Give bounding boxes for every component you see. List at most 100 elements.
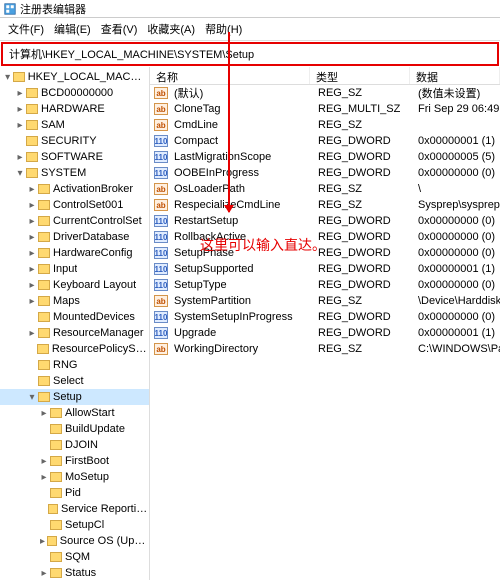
menu-item[interactable]: 文件(F) [4, 20, 48, 38]
value-data: 0x00000000 (0) [414, 311, 500, 323]
value-row[interactable]: 110SystemSetupInProgressREG_DWORD0x00000… [150, 309, 500, 325]
tree-item[interactable]: Select [0, 373, 149, 389]
tree-item[interactable]: AllowStart [0, 405, 149, 421]
tree-item[interactable]: HKEY_LOCAL_MACHINE [0, 69, 149, 85]
tree-panel[interactable]: HKEY_LOCAL_MACHINEBCD00000000HARDWARESAM… [0, 67, 150, 580]
value-row[interactable]: ab(默认)REG_SZ(数值未设置) [150, 85, 500, 101]
tree-item[interactable]: SAM [0, 117, 149, 133]
tree-item[interactable]: ActivationBroker [0, 181, 149, 197]
menu-item[interactable]: 编辑(E) [50, 20, 95, 38]
tree-item[interactable]: CurrentControlSet [0, 213, 149, 229]
tree-item[interactable]: ResourceManager [0, 325, 149, 341]
menu-item[interactable]: 查看(V) [97, 20, 142, 38]
expand-icon[interactable] [26, 280, 38, 291]
tree-item[interactable]: MountedDevices [0, 309, 149, 325]
tree-item[interactable]: RNG [0, 357, 149, 373]
value-name: RespecializeCmdLine [170, 199, 314, 211]
menu-item[interactable]: 收藏夹(A) [143, 20, 199, 38]
tree-label: ActivationBroker [52, 183, 133, 195]
tree-item[interactable]: Service Reporting API [0, 501, 149, 517]
expand-icon[interactable] [26, 232, 38, 243]
expand-icon[interactable] [38, 456, 50, 467]
tree-item[interactable]: HARDWARE [0, 101, 149, 117]
expand-icon[interactable] [26, 184, 38, 195]
tree-item[interactable]: Setup [0, 389, 149, 405]
tree-item[interactable]: SECURITY [0, 133, 149, 149]
expand-icon[interactable] [26, 392, 38, 403]
value-data: 0x00000001 (1) [414, 263, 500, 275]
folder-icon [50, 568, 62, 578]
tree-label: Service Reporting API [60, 503, 149, 515]
value-row[interactable]: abRespecializeCmdLineREG_SZSysprep\syspr… [150, 197, 500, 213]
tree-item[interactable]: DJOIN [0, 437, 149, 453]
expand-icon[interactable] [26, 248, 38, 259]
address-text[interactable]: 计算机\HKEY_LOCAL_MACHINE\SYSTEM\Setup [9, 46, 254, 62]
expand-icon[interactable] [26, 200, 38, 211]
tree-item[interactable]: SQM [0, 549, 149, 565]
tree-item[interactable]: Maps [0, 293, 149, 309]
value-row[interactable]: 110SetupSupportedREG_DWORD0x00000001 (1) [150, 261, 500, 277]
expand-icon[interactable] [14, 168, 26, 179]
value-row[interactable]: 110RollbackActiveREG_DWORD0x00000000 (0) [150, 229, 500, 245]
tree-label: Setup [52, 391, 82, 403]
menu-item[interactable]: 帮助(H) [201, 20, 246, 38]
tree-item[interactable]: ResourcePolicyStore [0, 341, 149, 357]
expand-icon[interactable] [38, 568, 50, 579]
column-type[interactable]: 类型 [310, 67, 410, 84]
expand-icon[interactable] [14, 104, 26, 115]
expand-icon[interactable] [14, 88, 26, 99]
tree-item[interactable]: Pid [0, 485, 149, 501]
expand-icon[interactable] [38, 536, 47, 547]
tree-item[interactable]: Keyboard Layout [0, 277, 149, 293]
expand-icon[interactable] [2, 72, 13, 83]
tree-label: MountedDevices [52, 311, 135, 323]
tree-item[interactable]: ControlSet001 [0, 197, 149, 213]
tree-item[interactable]: FirstBoot [0, 453, 149, 469]
column-data[interactable]: 数据 [410, 67, 500, 84]
folder-icon [38, 216, 50, 226]
value-row[interactable]: abWorkingDirectoryREG_SZC:\WINDOWS\Pant [150, 341, 500, 357]
value-row[interactable]: 110CompactREG_DWORD0x00000001 (1) [150, 133, 500, 149]
tree-item[interactable]: HardwareConfig [0, 245, 149, 261]
column-name[interactable]: 名称 [150, 67, 310, 84]
tree-item[interactable]: SYSTEM [0, 165, 149, 181]
tree-item[interactable]: SOFTWARE [0, 149, 149, 165]
value-row[interactable]: abSystemPartitionREG_SZ\Device\Harddisk [150, 293, 500, 309]
value-row[interactable]: 110SetupPhaseREG_DWORD0x00000000 (0) [150, 245, 500, 261]
tree-item[interactable]: BuildUpdate [0, 421, 149, 437]
value-row[interactable]: abOsLoaderPathREG_SZ\ [150, 181, 500, 197]
tree-item[interactable]: DriverDatabase [0, 229, 149, 245]
list-header[interactable]: 名称 类型 数据 [150, 67, 500, 85]
value-row[interactable]: 110SetupTypeREG_DWORD0x00000000 (0) [150, 277, 500, 293]
value-row[interactable]: 110OOBEInProgressREG_DWORD0x00000000 (0) [150, 165, 500, 181]
value-type: REG_SZ [314, 199, 414, 211]
tree-item[interactable]: MoSetup [0, 469, 149, 485]
value-row[interactable]: abCloneTagREG_MULTI_SZFri Sep 29 06:49:4 [150, 101, 500, 117]
tree-item[interactable]: Input [0, 261, 149, 277]
tree-item[interactable]: SetupCl [0, 517, 149, 533]
expand-icon[interactable] [38, 472, 50, 483]
tree-item[interactable]: Source OS (Updated on [0, 533, 149, 549]
binary-value-icon: 110 [154, 231, 168, 243]
tree-label: Pid [64, 487, 81, 499]
folder-icon [50, 440, 62, 450]
value-row[interactable]: 110UpgradeREG_DWORD0x00000001 (1) [150, 325, 500, 341]
folder-icon [13, 72, 24, 82]
folder-icon [38, 360, 50, 370]
value-row[interactable]: 110RestartSetupREG_DWORD0x00000000 (0) [150, 213, 500, 229]
value-row[interactable]: 110LastMigrationScopeREG_DWORD0x00000005… [150, 149, 500, 165]
values-panel[interactable]: 名称 类型 数据 ab(默认)REG_SZ(数值未设置)abCloneTagRE… [150, 67, 500, 580]
folder-icon [50, 472, 62, 482]
expand-icon[interactable] [38, 408, 50, 419]
expand-icon[interactable] [26, 264, 38, 275]
expand-icon[interactable] [26, 216, 38, 227]
tree-item[interactable]: BCD00000000 [0, 85, 149, 101]
expand-icon[interactable] [14, 120, 26, 131]
folder-icon [50, 408, 62, 418]
expand-icon[interactable] [14, 152, 26, 163]
expand-icon[interactable] [26, 328, 38, 339]
value-row[interactable]: abCmdLineREG_SZ [150, 117, 500, 133]
value-name: LastMigrationScope [170, 151, 314, 163]
expand-icon[interactable] [26, 296, 38, 307]
address-bar[interactable]: 计算机\HKEY_LOCAL_MACHINE\SYSTEM\Setup [1, 42, 499, 66]
